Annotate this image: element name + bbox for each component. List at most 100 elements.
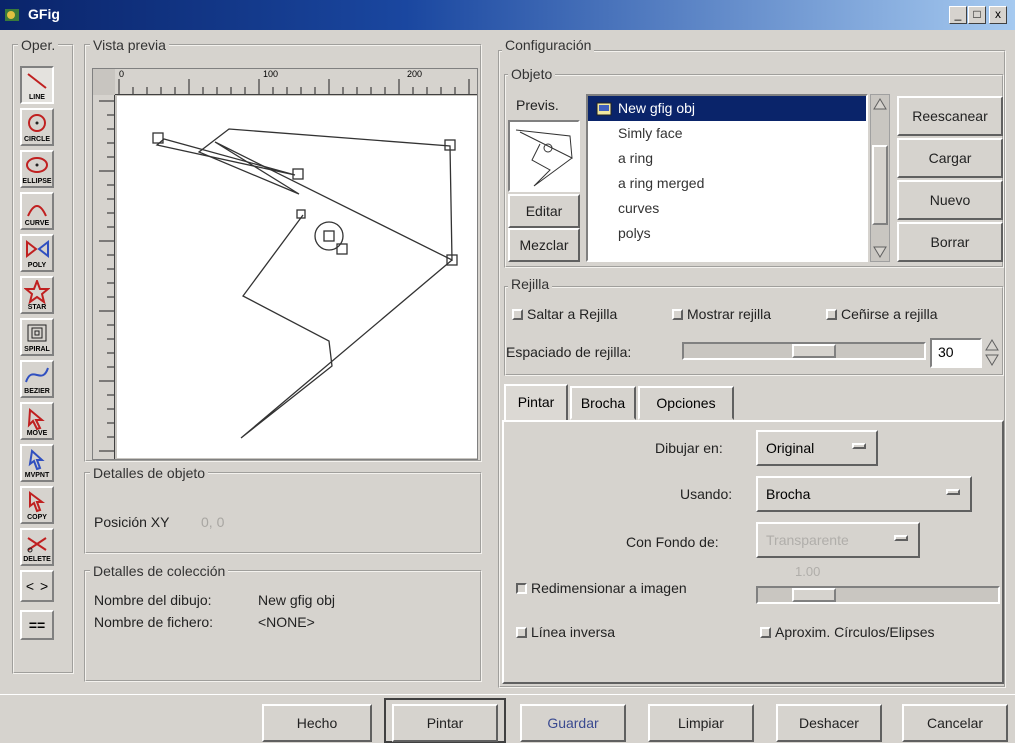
snap-grid-checkbox[interactable]: Saltar a Rejilla: [512, 306, 617, 322]
grid-spacing-slider[interactable]: [682, 342, 926, 360]
tool-label: CURVE: [24, 220, 50, 227]
tool-curve-button[interactable]: CURVE: [20, 192, 54, 230]
show-all-button[interactable]: ==: [20, 610, 54, 640]
object-thumbnail: [508, 120, 580, 192]
list-item[interactable]: Simly face: [588, 121, 866, 146]
fit-grid-checkbox[interactable]: Ceñirse a rejilla: [826, 306, 937, 322]
done-button[interactable]: Hecho: [262, 704, 372, 742]
tool-label: DELETE: [23, 556, 51, 563]
grid-frame: [504, 286, 1004, 376]
checkbox-indicator[interactable]: [516, 583, 527, 594]
approx-circles-checkbox[interactable]: Aproxim. Círculos/Elipses: [760, 624, 935, 640]
list-item[interactable]: curves: [588, 196, 866, 221]
checkbox-indicator[interactable]: [672, 309, 683, 320]
checkbox-indicator[interactable]: [516, 627, 527, 638]
tool-circle-button[interactable]: CIRCLE: [20, 108, 54, 146]
resize-to-image-checkbox[interactable]: Redimensionar a imagen: [516, 580, 687, 596]
rescan-button[interactable]: Reescanear: [897, 96, 1003, 136]
checkbox-indicator[interactable]: [826, 309, 837, 320]
horizontal-ruler: 0 100 200: [115, 69, 477, 95]
move-icon: [27, 407, 45, 430]
save-button[interactable]: Guardar: [520, 704, 626, 742]
dropdown-indicator-icon: [894, 535, 908, 541]
ruler-ticks: [99, 100, 114, 452]
tab-paint[interactable]: Pintar: [504, 384, 568, 422]
using-label: Usando:: [680, 486, 733, 502]
prev-object-button[interactable]: <: [26, 578, 34, 594]
undo-button[interactable]: Deshacer: [776, 704, 882, 742]
tool-bezier-button[interactable]: BEZIER: [20, 360, 54, 398]
file-name-value: <NONE>: [258, 614, 315, 630]
edit-button[interactable]: Editar: [508, 194, 580, 228]
list-item[interactable]: a ring merged: [588, 171, 866, 196]
checkbox-indicator[interactable]: [512, 309, 523, 320]
list-item[interactable]: polys: [588, 221, 866, 246]
background-label: Con Fondo de:: [626, 534, 719, 550]
close-button[interactable]: x: [989, 6, 1007, 24]
list-item[interactable]: New gfig obj: [588, 96, 866, 121]
grid-spacing-input[interactable]: 30: [930, 338, 982, 368]
copy-icon: [29, 491, 45, 513]
scroll-down-icon[interactable]: [873, 245, 887, 259]
tool-label: STAR: [27, 304, 47, 311]
next-object-button[interactable]: >: [40, 578, 48, 594]
tool-mvpnt-button[interactable]: MVPNT: [20, 444, 54, 482]
drawing-canvas[interactable]: [117, 96, 477, 458]
clear-button[interactable]: Limpiar: [648, 704, 754, 742]
maximize-button[interactable]: □: [968, 6, 986, 24]
object-list[interactable]: New gfig obj Simly face a ring a ring me…: [586, 94, 868, 262]
draw-on-select[interactable]: Original: [756, 430, 878, 466]
checkbox-indicator[interactable]: [760, 627, 771, 638]
ruler-ticks: [118, 79, 470, 94]
curve-icon: [27, 205, 47, 217]
tab-options[interactable]: Opciones: [638, 386, 734, 420]
list-item[interactable]: a ring: [588, 146, 866, 171]
circle-icon: [28, 114, 46, 132]
drawing-name-value: New gfig obj: [258, 592, 336, 608]
line-icon: [27, 73, 47, 89]
tab-brush[interactable]: Brocha: [570, 386, 636, 420]
background-select[interactable]: Transparente: [756, 522, 920, 558]
spin-button-icon[interactable]: [984, 338, 1000, 368]
spiral-icon: [27, 324, 47, 342]
show-grid-checkbox[interactable]: Mostrar rejilla: [672, 306, 771, 322]
load-button[interactable]: Cargar: [897, 138, 1003, 178]
tool-move-button[interactable]: MOVE: [20, 402, 54, 440]
footer-divider: [0, 694, 1015, 695]
scroll-up-icon[interactable]: [873, 97, 887, 111]
tool-nav-group: < >: [20, 570, 54, 602]
delete-object-button[interactable]: Borrar: [897, 222, 1003, 262]
tool-poly-button[interactable]: POLY: [20, 234, 54, 272]
tool-delete-button[interactable]: DELETE: [20, 528, 54, 566]
minimize-button[interactable]: _: [949, 6, 967, 24]
position-label: Posición XY: [94, 514, 170, 530]
merge-button[interactable]: Mezclar: [508, 228, 580, 262]
slider-thumb[interactable]: [792, 588, 836, 602]
poly-icon: [26, 239, 49, 259]
resize-scale-slider[interactable]: [756, 586, 1000, 604]
vertical-ruler: [93, 95, 115, 459]
list-scrollbar[interactable]: [870, 94, 890, 262]
cancel-button[interactable]: Cancelar: [902, 704, 1008, 742]
inverse-line-checkbox[interactable]: Línea inversa: [516, 624, 615, 640]
tool-copy-button[interactable]: COPY: [20, 486, 54, 524]
dropdown-indicator-icon: [852, 443, 866, 449]
tool-label: SPIRAL: [24, 346, 50, 353]
resize-scale-value: 1.00: [795, 564, 821, 579]
object-details-frame: [84, 472, 482, 554]
new-button[interactable]: Nuevo: [897, 180, 1003, 220]
preview-small-label: Previs.: [516, 97, 559, 113]
tool-ellipse-button[interactable]: ELLIPSE: [20, 150, 54, 188]
bezier-icon: [25, 367, 49, 383]
scroll-thumb[interactable]: [872, 145, 888, 225]
slider-thumb[interactable]: [792, 344, 836, 358]
file-name-label: Nombre de fichero:: [94, 614, 214, 630]
drawing-name-label: Nombre del dibujo:: [94, 592, 212, 608]
tool-spiral-button[interactable]: SPIRAL: [20, 318, 54, 356]
using-select[interactable]: Brocha: [756, 476, 972, 512]
ellipse-icon: [26, 157, 48, 173]
tool-line-button[interactable]: LINE: [20, 66, 54, 104]
tool-star-button[interactable]: STAR: [20, 276, 54, 314]
gfig-app-icon: [5, 9, 19, 21]
paint-button[interactable]: Pintar: [392, 704, 498, 742]
